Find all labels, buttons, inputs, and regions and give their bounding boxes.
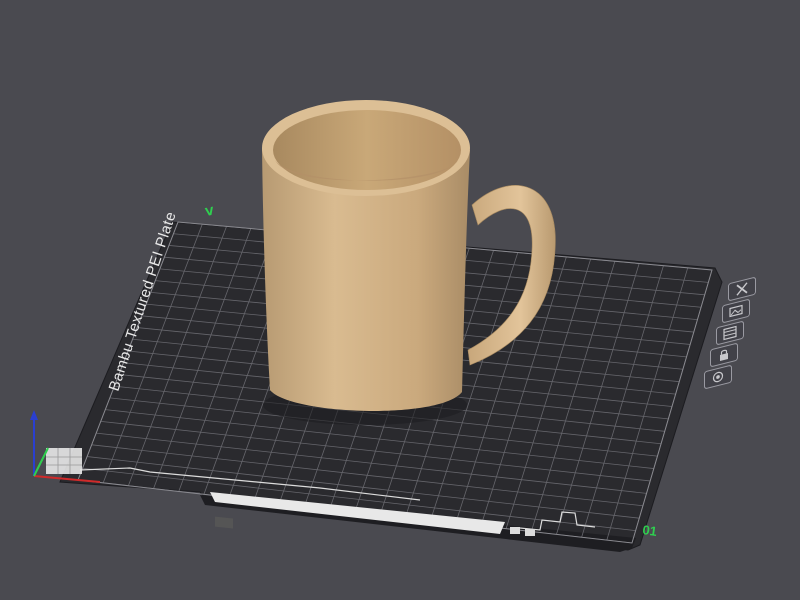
lock-icon bbox=[720, 349, 728, 361]
3d-viewport[interactable]: Bambu Textured PEI Plate V 01 bbox=[0, 0, 800, 600]
mug-interior bbox=[273, 110, 461, 190]
grid-arrange-icon bbox=[723, 325, 737, 341]
plate-number: 01 bbox=[642, 522, 658, 539]
settings-circle-icon bbox=[712, 371, 724, 383]
image-icon bbox=[729, 304, 743, 318]
y-axis-label: V bbox=[204, 205, 215, 219]
plate-logo bbox=[215, 516, 233, 529]
plate-calibration-area bbox=[46, 448, 82, 474]
close-icon bbox=[736, 282, 748, 296]
y-axis bbox=[33, 447, 49, 477]
